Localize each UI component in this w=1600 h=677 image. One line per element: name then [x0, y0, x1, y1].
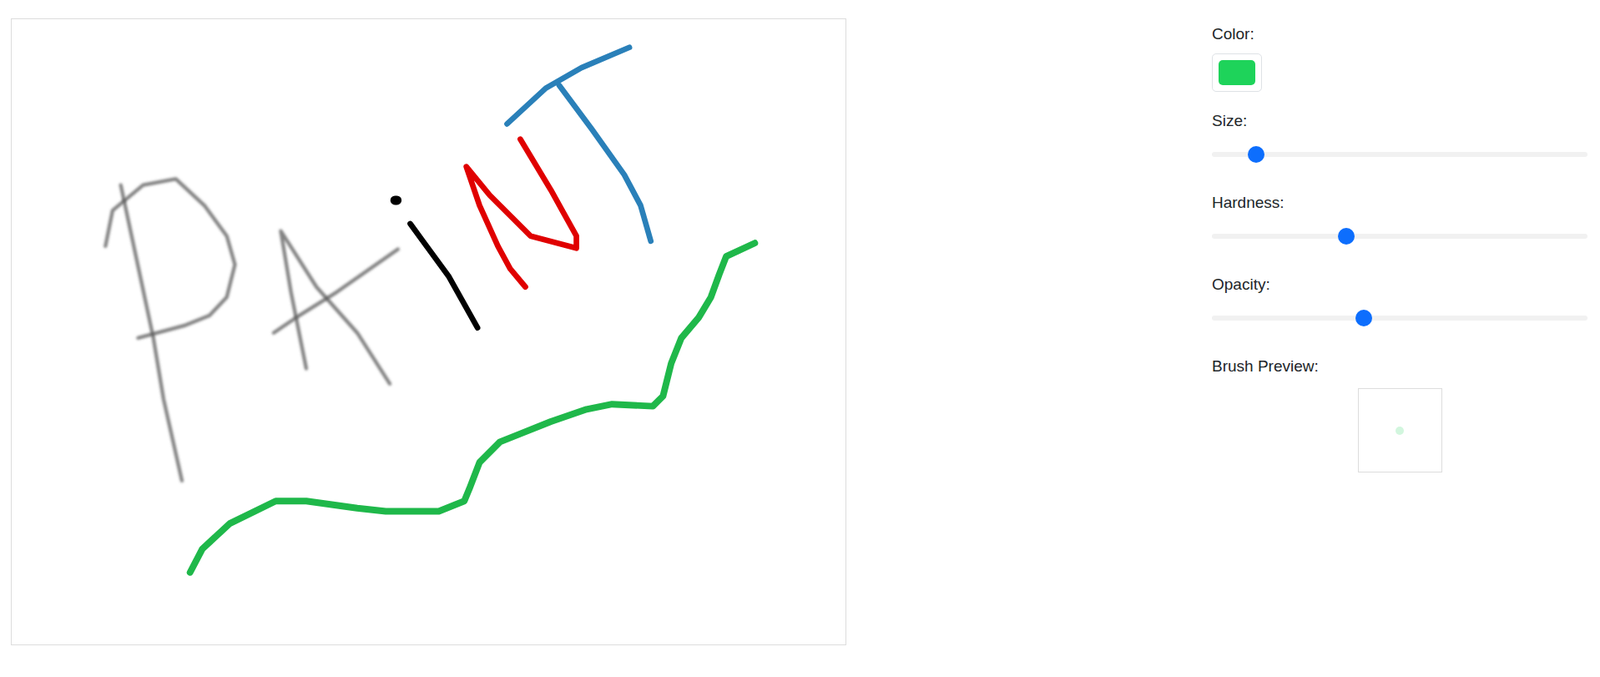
painting-icon — [11, 19, 846, 645]
slider-thumb[interactable] — [1247, 146, 1265, 163]
color-label: Color: — [1211, 22, 1588, 46]
drawing-canvas[interactable] — [10, 18, 847, 646]
slider[interactable] — [1211, 146, 1588, 163]
slider-group: Hardness: — [1211, 191, 1588, 245]
slider-group: Size: — [1211, 109, 1588, 163]
slider-label: Hardness: — [1211, 191, 1588, 215]
slider-label: Size: — [1211, 109, 1588, 133]
slider-label: Opacity: — [1211, 272, 1588, 297]
slider-track — [1211, 315, 1588, 321]
slider-track — [1211, 233, 1588, 239]
brush-stroke — [280, 231, 390, 384]
brush-stroke — [273, 249, 399, 334]
brush-preview — [1357, 388, 1443, 473]
brush-stroke — [507, 47, 631, 125]
brush-stroke — [466, 139, 577, 288]
brush-stroke — [559, 85, 652, 242]
slider[interactable] — [1211, 227, 1588, 245]
brush-stroke — [105, 178, 235, 339]
preview-label: Brush Preview: — [1211, 354, 1588, 379]
slider-group: Opacity: — [1211, 272, 1588, 327]
color-swatch — [1218, 60, 1256, 86]
paint-app: Color: Size: Hardness: Opacity: Brush Previe… — [0, 0, 1600, 677]
brush-stroke — [410, 223, 479, 329]
controls-panel: Color: Size: Hardness: Opacity: Brush Previe… — [1211, 18, 1588, 677]
slider-thumb[interactable] — [1337, 227, 1355, 245]
slider-track — [1211, 151, 1588, 157]
slider-thumb[interactable] — [1355, 309, 1373, 327]
brush-stroke — [190, 242, 756, 572]
brush-dot — [1395, 426, 1404, 435]
color-picker[interactable] — [1211, 53, 1262, 92]
slider[interactable] — [1211, 309, 1588, 327]
brush-stroke — [394, 195, 397, 205]
